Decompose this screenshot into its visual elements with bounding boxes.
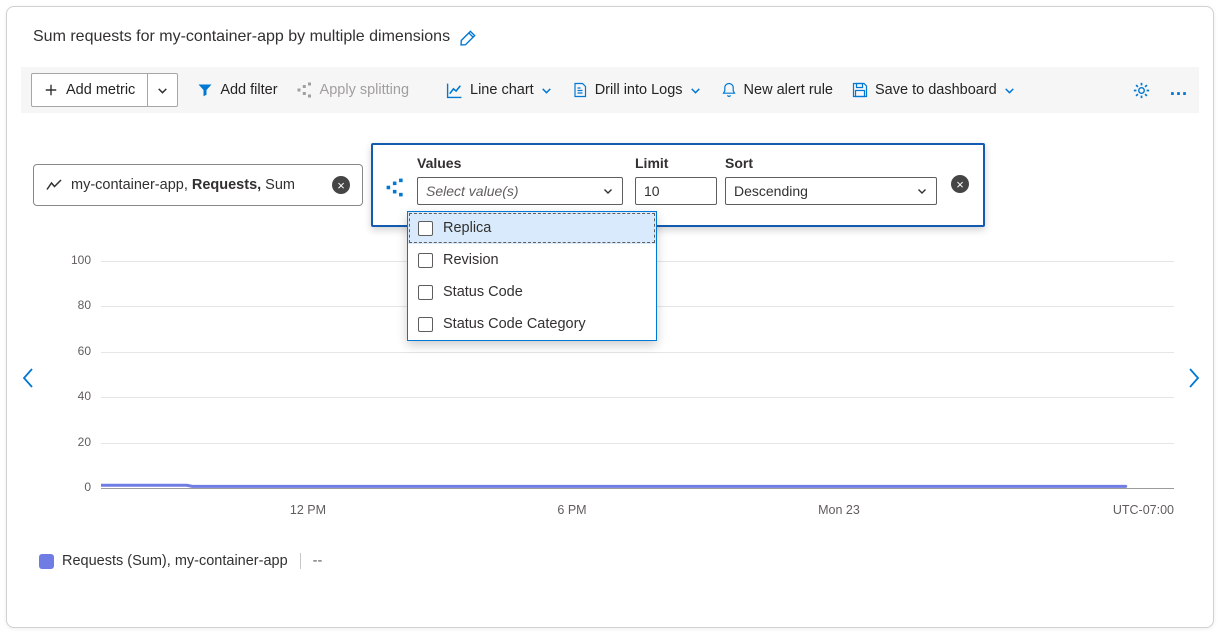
line-chart-icon xyxy=(446,82,463,99)
y-tick-label: 100 xyxy=(31,253,91,267)
legend-divider xyxy=(300,553,301,569)
values-dropdown-list: Replica Revision Status Code Status Code… xyxy=(407,211,657,341)
checkbox-icon[interactable] xyxy=(418,221,433,236)
save-to-dashboard-button[interactable]: Save to dashboard xyxy=(852,82,1016,98)
save-to-dashboard-label: Save to dashboard xyxy=(875,82,997,98)
chevron-down-icon xyxy=(156,84,169,97)
chevron-down-icon xyxy=(1003,84,1016,97)
chart-legend[interactable]: Requests (Sum), my-container-app -- xyxy=(39,553,322,569)
metric-resource: my-container-app, xyxy=(71,177,188,193)
add-metric-dropdown-button[interactable] xyxy=(147,74,177,106)
legend-value: -- xyxy=(313,553,323,569)
values-label: Values xyxy=(417,155,623,171)
dropdown-option-status-code[interactable]: Status Code xyxy=(408,276,656,308)
add-filter-label: Add filter xyxy=(220,82,277,98)
line-chart-button[interactable]: Line chart xyxy=(446,82,553,99)
checkbox-icon[interactable] xyxy=(418,285,433,300)
chart-title-row: Sum requests for my-container-app by mul… xyxy=(33,23,477,51)
drill-into-logs-icon xyxy=(572,82,588,98)
y-tick-label: 40 xyxy=(31,389,91,403)
checkbox-icon[interactable] xyxy=(418,253,433,268)
apply-splitting-label: Apply splitting xyxy=(320,82,409,98)
x-tick-label: 12 PM xyxy=(273,503,343,517)
y-tick-label: 60 xyxy=(31,344,91,358)
y-tick-label: 20 xyxy=(31,435,91,449)
sort-select[interactable]: Descending xyxy=(725,177,937,205)
sort-field-group: Sort Descending xyxy=(725,155,937,205)
pan-left-chevron[interactable] xyxy=(21,367,34,389)
drill-into-logs-button[interactable]: Drill into Logs xyxy=(572,82,702,98)
chart-title: Sum requests for my-container-app by mul… xyxy=(33,28,450,46)
option-label: Status Code Category xyxy=(443,316,586,332)
more-options-button[interactable]: … xyxy=(1169,85,1189,95)
timezone-label: UTC-07:00 xyxy=(1094,503,1174,517)
option-label: Replica xyxy=(443,220,491,236)
new-alert-rule-button[interactable]: New alert rule xyxy=(721,82,833,98)
limit-input[interactable] xyxy=(635,177,717,205)
alert-bell-icon xyxy=(721,82,737,98)
metric-line-icon xyxy=(46,179,62,191)
splitting-icon xyxy=(386,178,405,202)
apply-splitting-icon xyxy=(297,82,313,98)
metric-pill[interactable]: my-container-app, Requests, Sum × xyxy=(33,164,363,206)
add-metric-button[interactable]: Add metric xyxy=(32,74,147,106)
line-chart-label: Line chart xyxy=(470,82,534,98)
legend-swatch xyxy=(39,554,54,569)
dropdown-option-status-code-category[interactable]: Status Code Category xyxy=(408,308,656,340)
close-splitting-panel-button[interactable]: × xyxy=(951,175,969,193)
metric-name: Requests, xyxy=(192,177,261,193)
sort-select-value: Descending xyxy=(734,183,808,199)
metrics-chart-card: Sum requests for my-container-app by mul… xyxy=(6,6,1214,628)
limit-field-group: Limit xyxy=(635,155,717,205)
settings-gear-icon[interactable] xyxy=(1133,82,1150,99)
drill-into-logs-label: Drill into Logs xyxy=(595,82,683,98)
dropdown-option-replica[interactable]: Replica xyxy=(408,212,656,244)
sort-label: Sort xyxy=(725,155,937,171)
apply-splitting-button[interactable]: Apply splitting xyxy=(297,82,409,98)
values-select-placeholder: Select value(s) xyxy=(426,183,519,199)
x-tick-label: Mon 23 xyxy=(804,503,874,517)
metric-pill-text: my-container-app, Requests, Sum xyxy=(71,177,295,193)
metric-aggregation: Sum xyxy=(265,177,295,193)
option-label: Status Code xyxy=(443,284,523,300)
y-tick-label: 0 xyxy=(31,480,91,494)
y-tick-label: 80 xyxy=(31,298,91,312)
option-label: Revision xyxy=(443,252,499,268)
chevron-down-icon xyxy=(916,185,928,197)
add-metric-label: Add metric xyxy=(66,82,135,98)
legend-label: Requests (Sum), my-container-app xyxy=(62,553,288,569)
chevron-down-icon xyxy=(602,185,614,197)
chevron-down-icon xyxy=(540,84,553,97)
add-metric-split-button: Add metric xyxy=(31,73,178,107)
dropdown-option-revision[interactable]: Revision xyxy=(408,244,656,276)
chart-toolbar: Add metric Add filter Apply splitting xyxy=(21,67,1199,113)
filter-icon xyxy=(197,82,213,98)
add-filter-button[interactable]: Add filter xyxy=(197,82,277,98)
plus-icon xyxy=(44,83,58,97)
limit-label: Limit xyxy=(635,155,717,171)
values-select[interactable]: Select value(s) xyxy=(417,177,623,205)
edit-title-icon[interactable] xyxy=(460,29,477,46)
chevron-down-icon xyxy=(689,84,702,97)
checkbox-icon[interactable] xyxy=(418,317,433,332)
remove-metric-button[interactable]: × xyxy=(332,176,350,194)
pan-right-chevron[interactable] xyxy=(1188,367,1201,389)
save-icon xyxy=(852,82,868,98)
values-field-group: Values Select value(s) xyxy=(417,155,623,205)
new-alert-rule-label: New alert rule xyxy=(744,82,833,98)
x-tick-label: 6 PM xyxy=(537,503,607,517)
